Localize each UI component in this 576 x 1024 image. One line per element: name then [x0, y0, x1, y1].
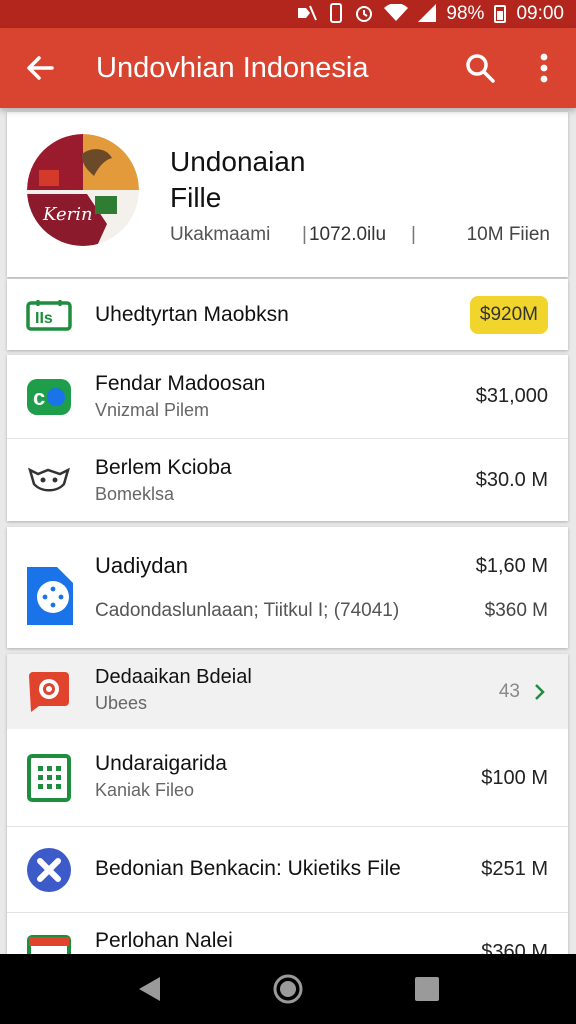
item-name: Undaraigarida [95, 752, 227, 775]
header-card: Kerin Undonaian Fille Ukakmaami | 1072.0… [7, 112, 568, 277]
notification-muted-icon [296, 4, 318, 25]
alarm-icon [354, 3, 374, 26]
more-vert-icon [540, 53, 548, 83]
battery-text: 98% [446, 3, 485, 24]
item-sub: Kaniak Fileo [95, 780, 195, 800]
nav-home-icon [273, 974, 303, 1004]
close-circle-icon [25, 846, 73, 894]
record-icon [25, 668, 73, 716]
app-logo: Kerin [27, 134, 139, 246]
svg-text:c: c [33, 385, 45, 410]
calendar-icon [25, 927, 73, 954]
battery-icon [494, 5, 507, 23]
cat-face-icon [25, 456, 73, 504]
clock: 09:00 [516, 3, 564, 24]
app-bar: Undovhian Indonesia [0, 28, 576, 108]
list-item[interactable]: Perlohan Nalei $360 M [7, 913, 568, 954]
header-meta: Ukakmaami | 1072.0ilu | 10M Fiien [170, 224, 550, 246]
back-button[interactable] [0, 28, 80, 108]
logo-text: Kerin [43, 204, 93, 225]
group2-card[interactable]: Uadiydan $1,60 M Cadondaslunlaaan; Tiitk… [7, 527, 568, 648]
meta-separator: | [302, 224, 307, 245]
chevron-right-icon [535, 683, 545, 700]
item-sub: Ubees [95, 693, 148, 713]
nav-back-icon [139, 977, 161, 1001]
nav-recents-icon [414, 977, 439, 1001]
item-count: 43 [498, 680, 520, 702]
item-name: Bedonian Benkacin: Ukietiks File [95, 857, 401, 880]
list-item[interactable]: Berlem Kcioba Bomeklsa $30.0 M [7, 439, 568, 521]
system-nav-bar [0, 954, 576, 1024]
item-amount: $360 M [481, 941, 548, 954]
nav-back-button[interactable] [119, 959, 179, 1019]
item-name: Berlem Kcioba [95, 456, 232, 479]
grid-calc-icon [25, 754, 73, 802]
content-scroll[interactable]: Kerin Undonaian Fille Ukakmaami | 1072.0… [0, 108, 576, 954]
summary-pill: $920M [469, 295, 548, 334]
item-name: Dedaaikan Bdeial [95, 666, 252, 688]
svg-text:IIs: IIs [35, 310, 53, 327]
doc-dots-icon [25, 565, 73, 625]
item-amount: $251 M [481, 858, 548, 880]
meta-separator: | [410, 224, 416, 245]
phone-vibrate-icon [328, 2, 344, 26]
item-sub: Bomeklsa [95, 484, 175, 504]
list-item[interactable]: Bedonian Benkacin: Ukietiks File $251 M [7, 827, 568, 912]
list-item[interactable]: Undaraigarida Kaniak Fileo $100 M [7, 730, 568, 826]
meta-left: Ukakmaami [170, 224, 271, 245]
wifi-icon [384, 2, 409, 25]
item-name: Uadiydan [95, 553, 188, 578]
search-button[interactable] [448, 28, 512, 108]
item-amount: $1,60 M [475, 555, 548, 577]
summary-label: Uhedtyrtan Maobksn [95, 302, 289, 326]
item-amount: $31,000 [475, 385, 548, 407]
item-sub: Vnizmal Pilem [95, 400, 210, 420]
item-name: Perlohan Nalei [95, 929, 233, 952]
group1-card: c Fendar Madoosan Vnizmal Pilem $31,000 … [7, 355, 568, 521]
list-item[interactable]: Dedaaikan Bdeial Ubees 43 [7, 654, 568, 729]
item-amount: $30.0 M [475, 468, 548, 491]
item-amount-secondary: $360 M [484, 600, 548, 621]
header-title: Undonaian Fille [170, 146, 306, 213]
group3-card: Dedaaikan Bdeial Ubees 43 Undaraigarida … [7, 654, 568, 954]
back-arrow-icon [27, 56, 54, 80]
summary-row[interactable]: IIs Uhedtyrtan Maobksn $920M [7, 279, 568, 350]
nav-home-button[interactable] [258, 959, 318, 1019]
search-icon [466, 54, 495, 83]
meta-right: 10M Fiien [466, 224, 550, 245]
item-sub: Cadondaslunlaaan; Tiitkul I; (74041) [95, 600, 400, 621]
list-item[interactable]: c Fendar Madoosan Vnizmal Pilem $31,000 [7, 355, 568, 438]
more-options-button[interactable] [512, 28, 576, 108]
signal-icon [418, 3, 437, 25]
chat-icon: c [25, 373, 73, 421]
meta-mid: 1072.0ilu [308, 224, 387, 245]
item-amount: $100 M [481, 766, 548, 789]
wallet-icon: IIs [25, 291, 73, 339]
status-bar: 98% 09:00 [0, 0, 576, 28]
page-title: Undovhian Indonesia [96, 51, 369, 84]
item-name: Fendar Madoosan [95, 372, 266, 395]
nav-recents-button[interactable] [397, 959, 457, 1019]
summary-card[interactable]: IIs Uhedtyrtan Maobksn $920M [7, 279, 568, 350]
